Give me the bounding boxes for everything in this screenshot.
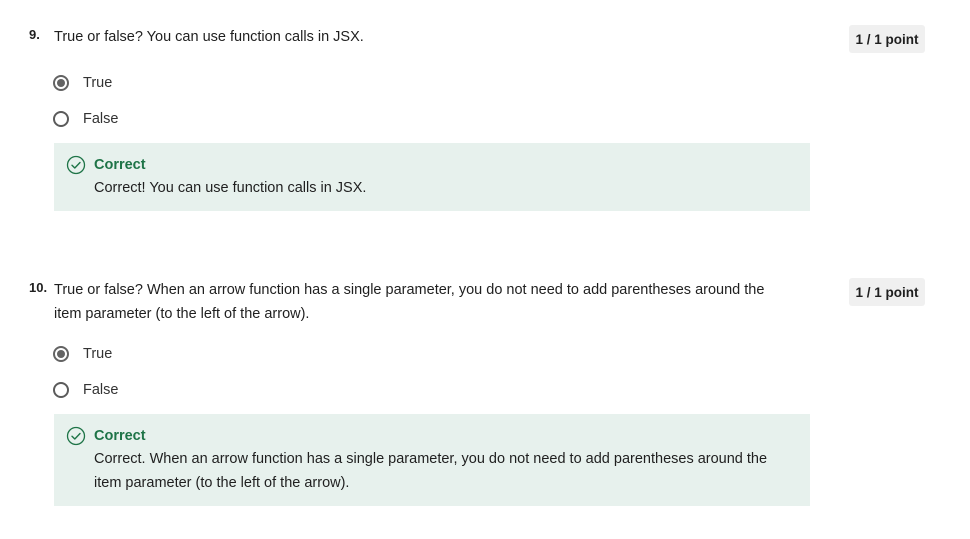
check-circle-icon xyxy=(66,155,86,175)
feedback-text: Correct! You can use function calls in J… xyxy=(94,180,367,196)
radio-button-selected[interactable] xyxy=(53,75,69,91)
option-label: True xyxy=(83,346,113,362)
option-true[interactable]: True xyxy=(53,343,112,365)
radio-button[interactable] xyxy=(53,111,69,127)
question-number: 9. xyxy=(29,27,40,42)
option-label: True xyxy=(83,75,113,91)
feedback-text: Correct. When an arrow function has a si… xyxy=(94,451,768,491)
quiz-results-page: 9. True or false? You can use function c… xyxy=(0,0,970,539)
question-text: True or false? When an arrow function ha… xyxy=(54,282,765,322)
option-false[interactable]: False xyxy=(53,108,118,130)
option-true[interactable]: True xyxy=(53,72,112,94)
question-number: 10. xyxy=(29,280,48,295)
option-false[interactable]: False xyxy=(53,379,118,401)
radio-button-selected[interactable] xyxy=(53,346,69,362)
option-label: False xyxy=(83,382,119,398)
points-badge: 1 / 1 point xyxy=(849,25,925,53)
radio-button[interactable] xyxy=(53,382,69,398)
feedback-title: Correct xyxy=(94,157,146,173)
feedback-box: Correct Correct. When an arrow function … xyxy=(54,414,810,506)
points-badge: 1 / 1 point xyxy=(849,278,925,306)
option-label: False xyxy=(83,111,119,127)
question-text: True or false? You can use function call… xyxy=(54,29,364,45)
check-circle-icon xyxy=(66,426,86,446)
feedback-box: Correct Correct! You can use function ca… xyxy=(54,143,810,211)
feedback-title: Correct xyxy=(94,428,146,444)
